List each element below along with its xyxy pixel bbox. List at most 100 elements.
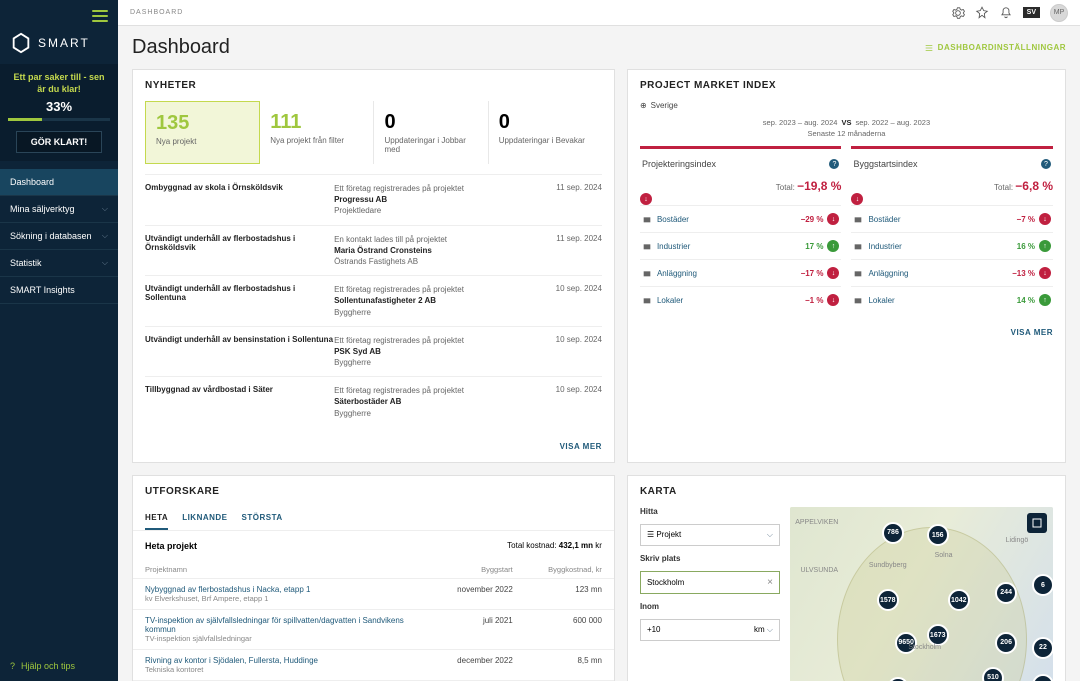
stat-tile[interactable]: 111Nya projekt från filter xyxy=(260,101,374,164)
map-label: Stockholm xyxy=(908,644,941,651)
onboarding-banner: Ett par saker till - sen är du klar! 33%… xyxy=(0,64,118,161)
inom-select[interactable]: +10 km ⌵ xyxy=(640,619,780,641)
chevron-down-icon: ⌵ xyxy=(102,258,108,268)
map-pin[interactable]: 206 xyxy=(995,632,1017,654)
chevron-down-icon: ⌵ xyxy=(102,231,108,241)
category-row[interactable]: Anläggning−17 %↓ xyxy=(640,259,842,286)
category-row[interactable]: Bostäder−7 %↓ xyxy=(851,205,1053,232)
inom-label: Inom xyxy=(640,602,780,611)
news-row[interactable]: Utvändigt underhåll av flerbostadshus i … xyxy=(145,225,602,276)
avatar[interactable]: MP xyxy=(1050,4,1068,22)
map-pin[interactable]: 1578 xyxy=(877,589,899,611)
progress-bar xyxy=(8,118,110,121)
banner-title: Ett par saker till - sen är du klar! xyxy=(8,72,110,95)
brand-logo: SMART xyxy=(0,32,118,64)
factory-icon xyxy=(642,241,652,251)
category-row[interactable]: Lokaler−1 %↓ xyxy=(640,286,842,313)
map-pin[interactable]: 1042 xyxy=(948,589,970,611)
nyheter-card: NYHETER 135Nya projekt111Nya projekt frå… xyxy=(132,69,615,463)
home-icon xyxy=(853,214,863,224)
hitta-select[interactable]: ☰ Projekt ⌵ xyxy=(640,524,780,546)
nyheter-title: NYHETER xyxy=(133,70,614,101)
map-pin[interactable]: 156 xyxy=(927,524,949,546)
map-label: ULVSUNDA xyxy=(800,567,838,574)
page-title: Dashboard xyxy=(132,36,230,59)
visa-mer-link[interactable]: VISA MER xyxy=(1011,328,1053,337)
plats-label: Skriv plats xyxy=(640,554,780,563)
gear-icon[interactable] xyxy=(951,6,965,20)
map-pin[interactable]: 1673 xyxy=(927,624,949,646)
pmi-period: sep. 2023 – aug. 2024VSsep. 2022 – aug. … xyxy=(628,118,1065,146)
sliders-icon xyxy=(924,43,934,53)
info-icon[interactable]: ? xyxy=(1041,159,1051,169)
sidebar-item[interactable]: Sökning i databasen⌵ xyxy=(0,223,118,250)
category-row[interactable]: Bostäder−29 %↓ xyxy=(640,205,842,232)
road-icon xyxy=(642,268,652,278)
home-icon xyxy=(642,214,652,224)
pmi-card: PROJECT MARKET INDEX ⊕ Sverige sep. 2023… xyxy=(627,69,1066,463)
hitta-label: Hitta xyxy=(640,507,780,516)
category-row[interactable]: Anläggning−13 %↓ xyxy=(851,259,1053,286)
news-row[interactable]: Ombyggnad av skola i ÖrnsköldsvikEtt för… xyxy=(145,174,602,225)
menu-toggle[interactable] xyxy=(92,10,108,22)
sidebar-item[interactable]: SMART Insights xyxy=(0,277,118,304)
globe-icon: ⊕ xyxy=(640,101,647,110)
bell-icon[interactable] xyxy=(999,6,1013,20)
explore-card: UTFORSKARE HETA LIKNANDE STÖRSTA Heta proj… xyxy=(132,475,615,681)
chevron-down-icon: ⌵ xyxy=(102,204,108,214)
map-pin[interactable]: 6 xyxy=(1032,574,1053,596)
table-row[interactable]: TV-inspektion av självfallsledningar för… xyxy=(133,609,614,649)
complete-button[interactable]: GÖR KLART! xyxy=(16,131,103,153)
map-label: Sundbyberg xyxy=(869,562,907,569)
category-row[interactable]: Lokaler14 %↑ xyxy=(851,286,1053,313)
category-row[interactable]: Industrier16 %↑ xyxy=(851,232,1053,259)
table-row[interactable]: Rivning av kontor i Sjödalen, Fullersta,… xyxy=(133,649,614,680)
news-row[interactable]: Utvändigt underhåll av flerbostadshus i … xyxy=(145,275,602,326)
building-icon xyxy=(642,295,652,305)
pin-icon[interactable] xyxy=(975,6,989,20)
stat-tile[interactable]: 0Uppdateringar i Bevakar xyxy=(489,101,602,164)
index-column: Byggstartsindex?Total: −6,8 %↓ xyxy=(851,146,1053,205)
map-pin[interactable]: 22 xyxy=(1032,637,1053,659)
sidebar-item[interactable]: Statistik⌵ xyxy=(0,250,118,277)
index-column: Projekteringsindex?Total: −19,8 %↓ xyxy=(640,146,842,205)
map-pin[interactable]: 244 xyxy=(995,582,1017,604)
brand-text: SMART xyxy=(38,36,90,50)
map-label: APPELVIKEN xyxy=(795,519,838,526)
breadcrumb: DASHBOARD xyxy=(130,9,183,16)
sidebar-item[interactable]: Mina säljverktyg⌵ xyxy=(0,196,118,223)
sidebar-item[interactable]: Dashboard xyxy=(0,169,118,196)
stat-tile[interactable]: 135Nya projekt xyxy=(145,101,260,164)
news-row[interactable]: Tillbyggnad av vårdbostad i SäterEtt för… xyxy=(145,376,602,427)
pmi-title: PROJECT MARKET INDEX xyxy=(628,70,1065,101)
explore-tab[interactable]: STÖRSTA xyxy=(242,507,283,530)
help-link[interactable]: ? Hjälp och tips xyxy=(0,651,118,681)
map-mode-icon[interactable] xyxy=(1027,513,1047,533)
info-icon[interactable]: ? xyxy=(829,159,839,169)
news-row[interactable]: Utvändigt underhåll av bensinstation i S… xyxy=(145,326,602,377)
explore-total: Total kostnad: 432,1 mn kr xyxy=(507,541,602,551)
explore-title: UTFORSKARE xyxy=(133,476,614,507)
explore-subtitle: Heta projekt xyxy=(145,541,197,551)
chevron-down-icon: ⌵ xyxy=(767,530,773,540)
language-badge[interactable]: SV xyxy=(1023,7,1040,18)
top-bar: DASHBOARD SV MP xyxy=(118,0,1080,26)
plats-input[interactable]: Stockholm × xyxy=(640,571,780,594)
pmi-country: Sverige xyxy=(651,101,678,110)
table-row[interactable]: Nybyggnad av flerbostadshus i Nacka, eta… xyxy=(133,578,614,609)
logo-hexagon-icon xyxy=(10,32,32,54)
dashboard-settings-link[interactable]: DASHBOARDINSTÄLLNINGAR xyxy=(924,43,1066,53)
map-label: Lidingö xyxy=(1006,537,1029,544)
clear-icon[interactable]: × xyxy=(767,577,773,588)
stat-tile[interactable]: 0Uppdateringar i Jobbar med xyxy=(374,101,488,164)
visa-mer-link[interactable]: VISA MER xyxy=(560,442,602,451)
explore-tab[interactable]: HETA xyxy=(145,507,168,530)
help-icon: ? xyxy=(10,661,15,671)
building-icon xyxy=(853,295,863,305)
map-pin[interactable]: 786 xyxy=(882,522,904,544)
explore-tab[interactable]: LIKNANDE xyxy=(182,507,227,530)
map[interactable]: 7861561578104224469650167320622171114875… xyxy=(790,507,1053,681)
banner-percent: 33% xyxy=(8,99,110,114)
category-row[interactable]: Industrier17 %↑ xyxy=(640,232,842,259)
layers-icon: ☰ xyxy=(647,530,654,539)
